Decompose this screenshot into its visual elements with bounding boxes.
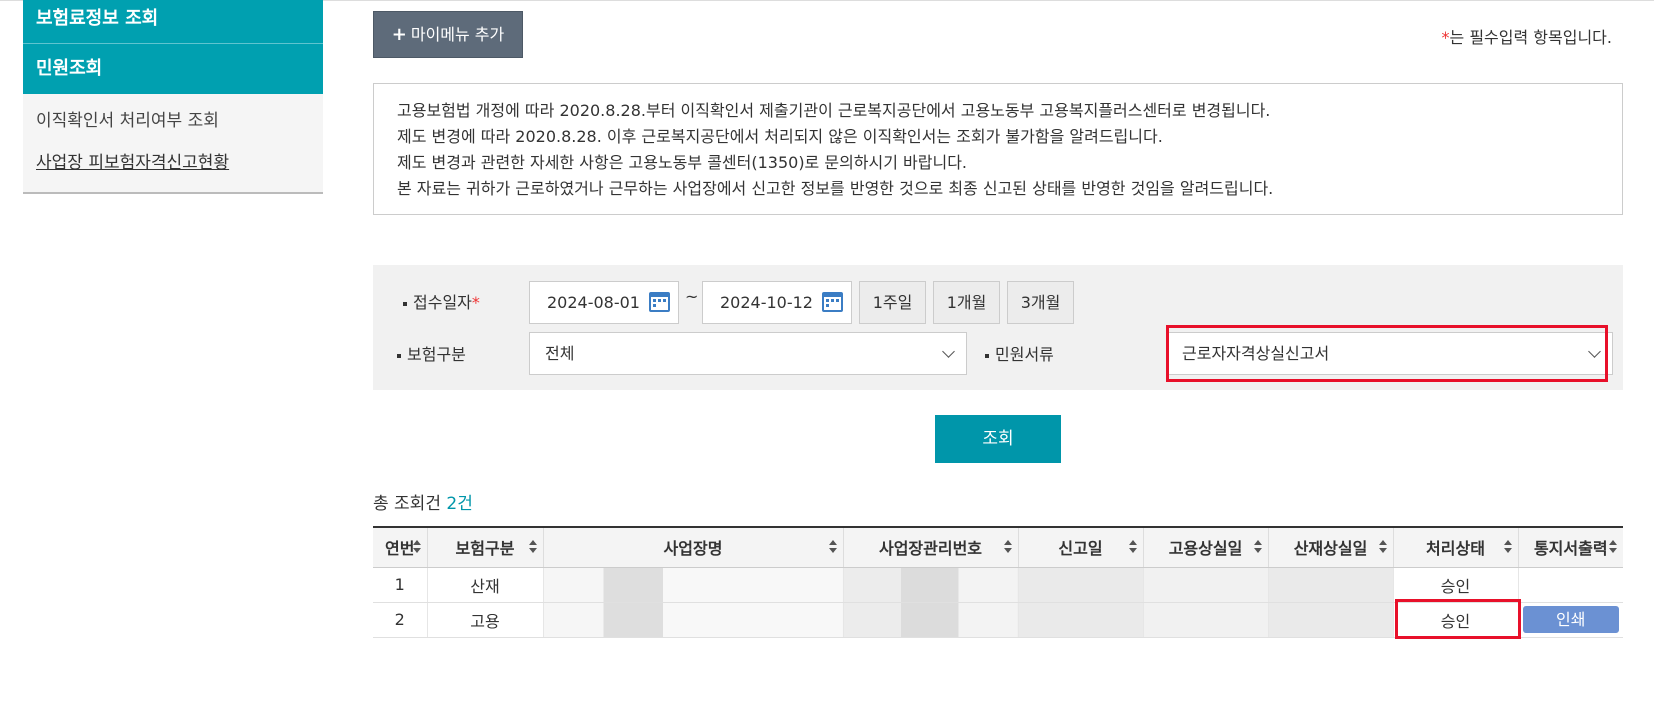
sidebar-submenu: 이직확인서 처리여부 조회 사업장 피보험자격신고현황	[23, 94, 323, 194]
sidebar-item-civil-inquiry[interactable]: 민원조회	[23, 44, 323, 94]
col-header-label: 사업장명	[663, 539, 723, 559]
col-header-label: 사업장관리번호	[878, 539, 983, 559]
col-header-status[interactable]: 처리상태	[1393, 526, 1519, 568]
date-from-value: 2024-08-01	[547, 293, 640, 312]
notice-line: 제도 변경에 따라 2020.8.28. 이후 근로복지공단에서 처리되지 않은…	[397, 127, 1163, 146]
notice-box: 고용보험법 개정에 따라 2020.8.28.부터 이직확인서 제출기관이 근로…	[373, 83, 1623, 215]
civil-document-value: 근로자자격상실신고서	[1182, 344, 1330, 363]
chevron-down-icon	[1588, 345, 1601, 358]
bullet-icon	[403, 301, 407, 306]
civil-document-label: 민원서류	[985, 341, 1054, 365]
cell-notice-print	[1518, 567, 1623, 603]
results-table: 연번 보험구분 사업장명 사업장관리번호 신고일 고용상실일 산재상실일 처리상…	[373, 526, 1623, 638]
table-header-row: 연번 보험구분 사업장명 사업장관리번호 신고일 고용상실일 산재상실일 처리상…	[373, 526, 1623, 568]
insurance-type-value: 전체	[545, 344, 575, 363]
col-header-label: 처리상태	[1426, 539, 1485, 559]
col-header-report-date[interactable]: 신고일	[1018, 526, 1144, 568]
query-button[interactable]: 조회	[935, 415, 1061, 463]
cell-status: 승인	[1393, 602, 1519, 638]
cell-insurance-type: 고용	[427, 602, 544, 638]
cell-status: 승인	[1393, 567, 1519, 603]
insurance-type-label: 보험구분	[397, 341, 466, 365]
col-header-label: 고용상실일	[1168, 539, 1243, 559]
add-my-menu-label: 마이메뉴 추가	[410, 25, 505, 44]
result-count: 총 조회건 2건	[373, 489, 473, 514]
cell-no: 2	[373, 602, 428, 638]
cell-workplace-name-redacted	[543, 602, 844, 638]
period-1month-button[interactable]: 1개월	[933, 281, 1000, 324]
col-header-label: 통지서출력	[1533, 539, 1608, 559]
table-row[interactable]: 2 고용 승인 인쇄	[373, 602, 1623, 638]
col-header-insurance-type[interactable]: 보험구분	[427, 526, 544, 568]
notice-line: 본 자료는 귀하가 근로하였거나 근무하는 사업장에서 신고한 정보를 반영한 …	[397, 179, 1274, 198]
col-header-workplace-number[interactable]: 사업장관리번호	[843, 526, 1019, 568]
insurance-type-label-text: 보험구분	[407, 345, 466, 364]
col-header-employment-loss-date[interactable]: 고용상실일	[1143, 526, 1269, 568]
sidebar-subitem-resignation-check[interactable]: 이직확인서 처리여부 조회	[23, 100, 323, 142]
col-header-no[interactable]: 연번	[373, 526, 428, 568]
notice-line: 고용보험법 개정에 따라 2020.8.28.부터 이직확인서 제출기관이 근로…	[397, 101, 1271, 120]
receipt-date-label: 접수일자*	[403, 289, 480, 313]
sort-icon[interactable]	[1378, 540, 1387, 554]
cell-employment-loss-date-redacted	[1143, 567, 1269, 603]
result-count-label: 총 조회건	[373, 494, 441, 514]
add-my-menu-button[interactable]: + 마이메뉴 추가	[373, 11, 523, 58]
cell-workplace-number-redacted	[843, 567, 1019, 603]
date-to-value: 2024-10-12	[720, 293, 813, 312]
notice-line: 제도 변경과 관련한 자세한 사항은 고용노동부 콜센터(1350)로 문의하시…	[397, 153, 968, 172]
sort-icon[interactable]	[1609, 540, 1617, 554]
date-from-input[interactable]: 2024-08-01	[529, 281, 679, 324]
cell-no: 1	[373, 567, 428, 603]
col-header-notice-print[interactable]: 통지서출력	[1518, 526, 1623, 568]
sort-icon[interactable]	[828, 540, 837, 554]
calendar-icon[interactable]	[822, 292, 843, 312]
sort-icon[interactable]	[412, 540, 421, 554]
period-3month-button[interactable]: 3개월	[1007, 281, 1074, 324]
date-range-separator: ~	[685, 287, 699, 306]
sort-icon[interactable]	[1003, 540, 1012, 554]
cell-report-date-redacted	[1018, 567, 1144, 603]
cell-insurance-type: 산재	[427, 567, 544, 603]
cell-workplace-name-redacted	[543, 567, 844, 603]
cell-workplace-number-redacted	[843, 602, 1019, 638]
plus-icon: +	[391, 24, 407, 45]
col-header-label: 연번	[385, 539, 415, 559]
table-row[interactable]: 1 산재 승인	[373, 567, 1623, 603]
required-note: *는 필수입력 항목입니다.	[1442, 24, 1612, 48]
required-star: *	[471, 293, 480, 312]
print-button[interactable]: 인쇄	[1522, 606, 1619, 633]
sort-icon[interactable]	[1128, 540, 1137, 554]
result-count-value: 2건	[446, 494, 473, 514]
cell-accident-loss-date-redacted	[1268, 602, 1394, 638]
bullet-icon	[985, 353, 989, 358]
receipt-date-label-text: 접수일자	[413, 293, 472, 312]
sort-icon[interactable]	[1503, 540, 1512, 554]
chevron-down-icon	[942, 345, 955, 358]
col-header-accident-loss-date[interactable]: 산재상실일	[1268, 526, 1394, 568]
cell-notice-print: 인쇄	[1518, 602, 1623, 638]
cell-employment-loss-date-redacted	[1143, 602, 1269, 638]
date-to-input[interactable]: 2024-10-12	[702, 281, 852, 324]
required-star: *	[1441, 28, 1450, 47]
sort-icon[interactable]	[528, 540, 537, 554]
sort-icon[interactable]	[1253, 540, 1262, 554]
sidebar-item-insurance-info[interactable]: 보험료정보 조회	[23, 0, 323, 44]
insurance-type-select[interactable]: 전체	[529, 332, 967, 375]
civil-document-label-text: 민원서류	[995, 345, 1054, 364]
col-header-label: 산재상실일	[1293, 539, 1368, 559]
period-1week-button[interactable]: 1주일	[859, 281, 926, 324]
bullet-icon	[397, 353, 401, 358]
sidebar: 보험료정보 조회 민원조회 이직확인서 처리여부 조회 사업장 피보험자격신고현…	[23, 0, 323, 194]
cell-report-date-redacted	[1018, 602, 1144, 638]
civil-document-select[interactable]: 근로자자격상실신고서	[1166, 332, 1613, 375]
cell-accident-loss-date-redacted	[1268, 567, 1394, 603]
calendar-icon[interactable]	[649, 292, 670, 312]
required-note-text: 는 필수입력 항목입니다.	[1449, 28, 1612, 47]
col-header-workplace-name[interactable]: 사업장명	[543, 526, 844, 568]
search-panel: 접수일자* 2024-08-01 ~ 2024-10-12 1주일 1개월 3개…	[373, 265, 1623, 390]
sidebar-subitem-qualification-report[interactable]: 사업장 피보험자격신고현황	[23, 142, 323, 184]
col-header-label: 보험구분	[455, 539, 515, 559]
col-header-label: 신고일	[1058, 539, 1103, 559]
